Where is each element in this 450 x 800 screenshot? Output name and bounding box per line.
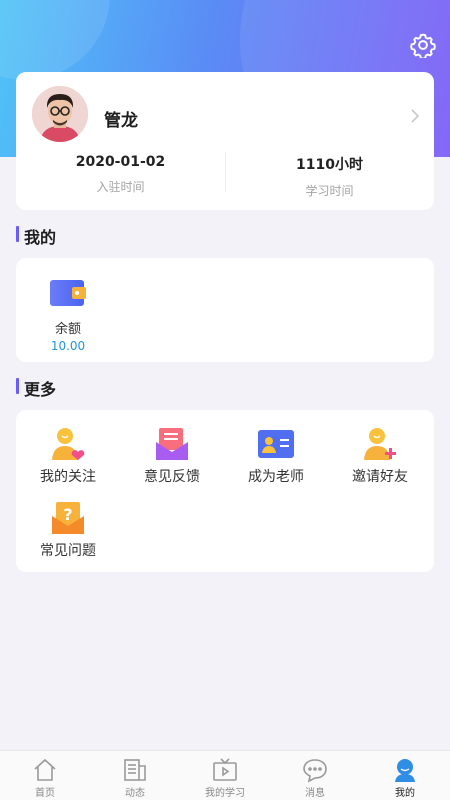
study-time-value: 1110小时 [296,157,363,173]
study-time-stat: 1110小时 学习时间 [225,154,434,199]
join-date-stat: 2020-01-02 入驻时间 [16,154,225,195]
profile-card[interactable]: 管龙 2020-01-02 入驻时间 1110小时 学习时间 [16,72,434,210]
tab-home-label: 首页 [35,788,55,799]
tab-news[interactable]: 动态 [90,751,180,800]
tv-icon [213,758,237,781]
more-card: 我的关注 意见反馈 成为老师 邀请好友 ? 常见问题 [16,410,434,572]
mine-card: 余额 10.00 [16,258,434,362]
follow-icon [52,428,85,460]
balance-item[interactable]: 余额 10.00 [38,278,98,353]
svg-text:?: ? [63,505,72,524]
tab-messages-label: 消息 [305,788,325,799]
wallet-icon [50,280,86,306]
faq-icon: ? [52,502,84,534]
study-time-label: 学习时间 [305,184,354,198]
news-icon [124,759,146,781]
become-teacher-item[interactable]: 成为老师 [224,426,328,486]
my-follow-item[interactable]: 我的关注 [16,426,120,486]
profile-icon [395,759,415,782]
user-name: 管龙 [104,111,138,131]
decor-circle [0,0,110,80]
feedback-icon [156,428,188,460]
tab-my-study-label: 我的学习 [205,788,245,799]
become-teacher-label: 成为老师 [248,469,304,485]
join-date-value: 2020-01-02 [75,154,166,170]
feedback-item[interactable]: 意见反馈 [120,426,224,486]
feedback-label: 意见反馈 [144,469,200,485]
invite-icon [364,428,396,460]
chat-icon [303,759,327,783]
section-title-mine: 我的 [16,224,56,248]
faq-label: 常见问题 [40,543,96,559]
home-icon [34,758,56,781]
avatar[interactable] [32,86,88,142]
tab-messages[interactable]: 消息 [270,751,360,800]
my-follow-label: 我的关注 [40,469,96,485]
tab-my-study[interactable]: 我的学习 [180,751,270,800]
tab-news-label: 动态 [125,788,145,799]
section-title-more: 更多 [16,376,56,400]
teacher-icon [258,430,294,458]
balance-value: 10.00 [50,339,86,353]
invite-friends-label: 邀请好友 [352,469,408,485]
tab-mine-label: 我的 [395,788,415,799]
invite-friends-item[interactable]: 邀请好友 [328,426,432,486]
chevron-right-icon [411,109,420,123]
tab-mine[interactable]: 我的 [360,751,450,800]
tab-home[interactable]: 首页 [0,751,90,800]
faq-item[interactable]: ? 常见问题 [16,500,120,560]
balance-label: 余额 [54,322,81,337]
bottom-tab-bar: 首页 动态 我的学习 消息 我的 [0,750,450,800]
join-date-label: 入驻时间 [96,180,145,194]
gear-icon[interactable] [410,32,436,58]
